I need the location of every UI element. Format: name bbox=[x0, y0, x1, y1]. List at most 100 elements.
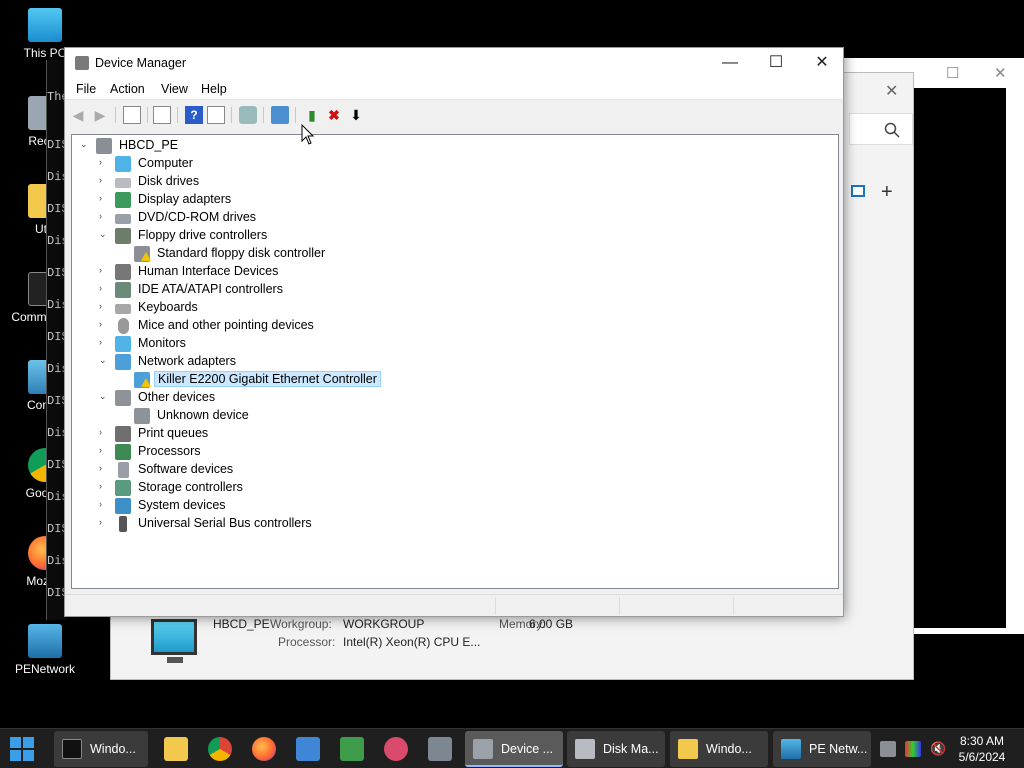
back-arrow-icon[interactable]: ◀ bbox=[69, 106, 87, 124]
device-tree[interactable]: ⌄ HBCD_PE › Computer › Disk drives › Dis… bbox=[71, 134, 839, 589]
firefox-icon[interactable] bbox=[252, 737, 276, 761]
spreadsheet-icon[interactable] bbox=[340, 737, 364, 761]
start-button[interactable] bbox=[10, 737, 34, 761]
chevron-down-icon[interactable]: ⌄ bbox=[80, 139, 92, 150]
monitor-icon bbox=[115, 156, 131, 172]
processor-value: Intel(R) Xeon(R) CPU E... bbox=[343, 635, 481, 649]
taskbar: Windo... Device ... Disk Ma... Windo... … bbox=[0, 728, 1024, 768]
chevron-right-icon[interactable]: › bbox=[99, 157, 111, 167]
mouse-cursor-icon bbox=[301, 124, 315, 145]
monitor-stand bbox=[167, 657, 183, 663]
scan-for-hardware-changes-icon[interactable] bbox=[271, 106, 289, 124]
tree-item-label: Print queues bbox=[138, 426, 209, 440]
file-explorer-icon[interactable] bbox=[164, 737, 188, 761]
background-cmd-window[interactable]: The DIS Dis DIS Dis DIS Dis DIS Dis DIS … bbox=[46, 60, 69, 620]
help-icon[interactable]: ? bbox=[185, 106, 203, 124]
cmd-icon bbox=[62, 739, 82, 759]
floppy-controller-icon bbox=[115, 228, 131, 244]
chevron-right-icon[interactable]: › bbox=[99, 463, 111, 473]
tree-item-label: Display adapters bbox=[138, 192, 232, 206]
chevron-right-icon[interactable]: › bbox=[99, 211, 111, 221]
chevron-down-icon[interactable]: ⌄ bbox=[99, 229, 111, 240]
uninstall-device-icon[interactable]: ✖ bbox=[325, 106, 343, 124]
chevron-right-icon[interactable]: › bbox=[99, 283, 111, 293]
add-icon[interactable]: + bbox=[881, 181, 893, 204]
tree-item-label: Killer E2200 Gigabit Ethernet Controller bbox=[154, 371, 381, 387]
dvd-drive-icon bbox=[115, 214, 131, 224]
notepad-icon[interactable] bbox=[296, 737, 320, 761]
chevron-right-icon[interactable]: › bbox=[99, 427, 111, 437]
chevron-down-icon[interactable]: ⌄ bbox=[99, 355, 111, 366]
chevron-right-icon[interactable]: › bbox=[99, 481, 111, 491]
update-driver-icon[interactable] bbox=[239, 106, 257, 124]
tree-item-label: Monitors bbox=[138, 336, 186, 350]
desktop-icon-penetwork[interactable]: PENetwork bbox=[10, 624, 80, 676]
chevron-right-icon[interactable]: › bbox=[99, 319, 111, 329]
show-hide-console-tree-icon[interactable] bbox=[123, 106, 141, 124]
enable-device-icon[interactable]: ▮ bbox=[303, 106, 321, 124]
device-manager-window[interactable]: Device Manager — ☐ ✕ File Action View He… bbox=[64, 47, 844, 617]
desktop-icon-label: PENetwork bbox=[14, 662, 76, 676]
title-bar[interactable]: Device Manager — ☐ ✕ bbox=[65, 48, 843, 78]
menu-file[interactable]: File bbox=[76, 82, 96, 96]
workgroup-label: Workgroup: bbox=[270, 617, 332, 631]
minimize-button[interactable]: — bbox=[707, 48, 753, 78]
software-device-icon bbox=[118, 462, 129, 478]
chevron-down-icon[interactable]: ⌄ bbox=[99, 391, 111, 402]
tree-item-label: Human Interface Devices bbox=[138, 264, 279, 278]
chevron-right-icon[interactable]: › bbox=[99, 337, 111, 347]
search-input[interactable] bbox=[849, 113, 913, 145]
paint-icon[interactable] bbox=[384, 737, 408, 761]
tree-item-label: Network adapters bbox=[138, 354, 236, 368]
menu-help[interactable]: Help bbox=[201, 82, 227, 96]
chevron-right-icon[interactable]: › bbox=[99, 445, 111, 455]
taskbar-clock[interactable]: 8:30 AM 5/6/2024 bbox=[950, 733, 1014, 765]
status-bar bbox=[65, 594, 843, 616]
menu-view[interactable]: View bbox=[161, 82, 188, 96]
forward-arrow-icon[interactable]: ▶ bbox=[91, 106, 109, 124]
window-title: Device Manager bbox=[95, 56, 187, 70]
taskbar-task-pe-network[interactable]: PE Netw... bbox=[773, 731, 871, 767]
warning-icon bbox=[141, 252, 151, 261]
close-icon[interactable]: ✕ bbox=[885, 81, 898, 101]
taskbar-task-cmd[interactable]: Windo... bbox=[54, 731, 148, 767]
calculator-icon[interactable] bbox=[428, 737, 452, 761]
toolbar-separator bbox=[263, 107, 264, 123]
taskbar-task-disk-management[interactable]: Disk Ma... bbox=[567, 731, 665, 767]
tree-item-label: DVD/CD-ROM drives bbox=[138, 210, 257, 224]
tree-item-label: Standard floppy disk controller bbox=[157, 246, 326, 260]
maximize-icon[interactable]: ☐ bbox=[946, 64, 959, 82]
tree-item-label: Software devices bbox=[138, 462, 234, 476]
install-icon[interactable]: ⬇ bbox=[347, 106, 365, 124]
tree-item-label: Keyboards bbox=[138, 300, 198, 314]
tree-item-label: Processors bbox=[138, 444, 201, 458]
warning-device-icon bbox=[134, 246, 151, 262]
taskbar-task-device-manager[interactable]: Device ... bbox=[465, 731, 563, 767]
device-manager-icon bbox=[75, 56, 89, 70]
action-pane-icon[interactable] bbox=[207, 106, 225, 124]
chevron-right-icon[interactable]: › bbox=[99, 517, 111, 527]
display-tray-icon[interactable] bbox=[905, 741, 921, 757]
properties-icon[interactable] bbox=[153, 106, 171, 124]
pane-toggle-icon[interactable] bbox=[851, 185, 865, 197]
network-adapter-icon bbox=[115, 354, 131, 370]
taskbar-task-file-explorer[interactable]: Windo... bbox=[670, 731, 768, 767]
chrome-icon[interactable] bbox=[208, 737, 232, 761]
network-tray-icon[interactable] bbox=[880, 741, 896, 757]
menu-action[interactable]: Action bbox=[110, 82, 145, 96]
chevron-right-icon[interactable]: › bbox=[99, 193, 111, 203]
chevron-right-icon[interactable]: › bbox=[99, 265, 111, 275]
warning-icon bbox=[141, 378, 151, 387]
maximize-button[interactable]: ☐ bbox=[753, 48, 799, 78]
folder-icon bbox=[678, 739, 698, 759]
taskbar-task-label: Windo... bbox=[706, 742, 752, 756]
close-icon[interactable]: ✕ bbox=[994, 64, 1007, 82]
computer-name: HBCD_PE bbox=[213, 617, 270, 631]
chevron-right-icon[interactable]: › bbox=[99, 175, 111, 185]
unknown-device-icon bbox=[115, 390, 131, 406]
chevron-right-icon[interactable]: › bbox=[99, 301, 111, 311]
close-button[interactable]: ✕ bbox=[799, 48, 845, 78]
taskbar-task-label: PE Netw... bbox=[809, 742, 868, 756]
volume-muted-icon[interactable]: 🔇 bbox=[930, 741, 946, 757]
chevron-right-icon[interactable]: › bbox=[99, 499, 111, 509]
